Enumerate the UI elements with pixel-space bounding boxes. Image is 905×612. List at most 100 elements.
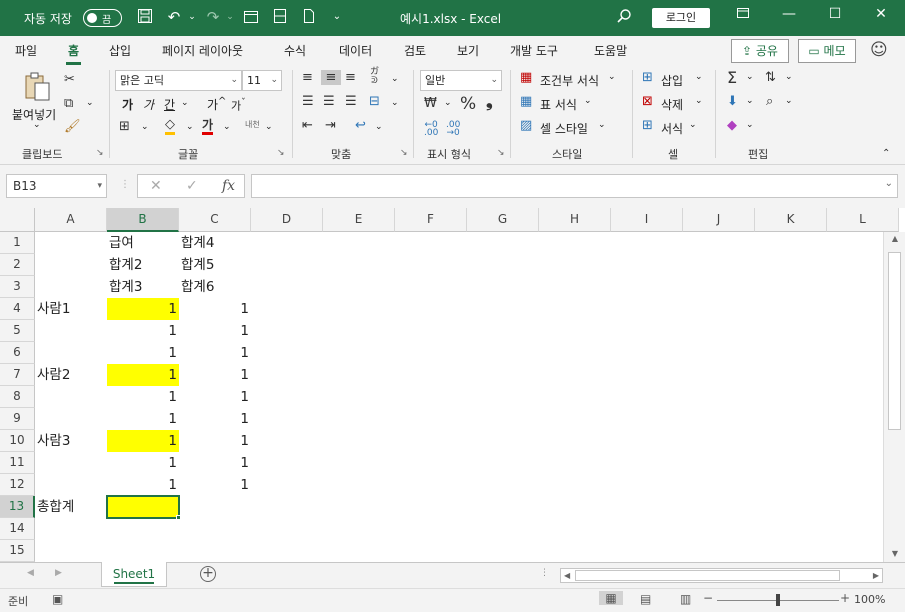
column-header-k[interactable]: K — [755, 208, 827, 232]
cell-styles-dropdown-icon[interactable]: ⌄ — [598, 120, 606, 130]
align-middle-icon[interactable]: ≡ — [321, 70, 341, 85]
cell-b2[interactable]: 합계2 — [107, 254, 179, 276]
italic-button[interactable]: 가 — [143, 96, 154, 113]
sheet-tab[interactable]: Sheet1 — [101, 562, 167, 587]
cell-a10[interactable]: 사람3 — [35, 430, 107, 452]
row-header-12[interactable]: 12 — [0, 474, 35, 496]
cell-a7[interactable]: 사람2 — [35, 364, 107, 386]
active-cell-border[interactable] — [106, 495, 180, 519]
alignment-launcher-icon[interactable]: ↘ — [400, 148, 408, 158]
autosave-toggle[interactable]: 끔 — [83, 9, 122, 27]
cell-b12[interactable]: 1 — [107, 474, 179, 496]
cell-b6[interactable]: 1 — [107, 342, 179, 364]
sort-filter-dropdown-icon[interactable]: ⌄ — [785, 72, 793, 82]
feedback-smiley-icon[interactable]: ☺ — [870, 40, 888, 60]
row-header-13[interactable]: 13 — [0, 496, 35, 518]
column-header-e[interactable]: E — [323, 208, 395, 232]
cell-c10[interactable]: 1 — [179, 430, 251, 452]
format-as-table-button[interactable]: 표 서식 — [540, 96, 577, 113]
page-break-view-icon[interactable]: ▥ — [680, 592, 691, 606]
cell-b4[interactable]: 1 — [107, 298, 179, 320]
text-orientation-icon[interactable]: ガᕲ — [370, 68, 379, 86]
fill-color-icon[interactable]: ◇ — [165, 118, 175, 135]
cell-a4[interactable]: 사람1 — [35, 298, 107, 320]
accounting-format-icon[interactable]: ₩ — [424, 96, 437, 111]
accessibility-icon[interactable]: ▣ — [52, 592, 63, 606]
comma-style-icon[interactable]: ❟ — [486, 92, 493, 112]
column-header-d[interactable]: D — [251, 208, 323, 232]
phonetic-dropdown-icon[interactable]: ⌄ — [265, 122, 273, 132]
fill-dropdown-icon[interactable]: ⌄ — [746, 96, 754, 106]
format-as-table-icon[interactable]: ▦ — [520, 94, 532, 109]
column-header-a[interactable]: A — [35, 208, 107, 232]
customize-toolbar-icon[interactable]: ⌄ — [327, 8, 347, 26]
merge-center-icon[interactable]: ⊟ — [369, 94, 380, 109]
bold-button[interactable]: 가 — [122, 96, 133, 113]
row-header-9[interactable]: 9 — [0, 408, 35, 430]
font-name-select[interactable]: 맑은 고딕 ⌄ — [115, 70, 242, 91]
cell-b11[interactable]: 1 — [107, 452, 179, 474]
cell-b10[interactable]: 1 — [107, 430, 179, 452]
tab-review[interactable]: 검토 — [404, 42, 426, 59]
cell-b5[interactable]: 1 — [107, 320, 179, 342]
fill-icon[interactable]: ⬇ — [727, 94, 738, 109]
delete-dropdown-icon[interactable]: ⌄ — [695, 96, 703, 106]
cell-c7[interactable]: 1 — [179, 364, 251, 386]
copy-icon[interactable]: ⧉ — [64, 96, 73, 111]
add-sheet-icon[interactable]: + — [200, 566, 216, 582]
conditional-format-dropdown-icon[interactable]: ⌄ — [608, 72, 616, 82]
vertical-scroll-thumb[interactable] — [888, 252, 901, 430]
cell-c5[interactable]: 1 — [179, 320, 251, 342]
paste-dropdown-icon[interactable]: ⌄ — [33, 120, 41, 130]
tab-page-layout[interactable]: 페이지 레이아웃 — [162, 42, 243, 59]
increase-indent-icon[interactable]: ⇥ — [325, 118, 336, 133]
search-icon[interactable] — [614, 8, 634, 28]
close-icon[interactable]: ✕ — [869, 6, 893, 28]
tab-formulas[interactable]: 수식 — [284, 42, 306, 59]
ribbon-display-icon[interactable] — [731, 6, 755, 28]
cell-c8[interactable]: 1 — [179, 386, 251, 408]
scroll-down-icon[interactable]: ▼ — [884, 549, 905, 558]
decrease-indent-icon[interactable]: ⇤ — [302, 118, 313, 133]
cell-styles-icon[interactable]: ▨ — [520, 118, 532, 133]
underline-button[interactable]: 간 — [164, 96, 175, 113]
column-header-l[interactable]: L — [827, 208, 899, 232]
accounting-dropdown-icon[interactable]: ⌄ — [444, 98, 452, 108]
tab-insert[interactable]: 삽입 — [109, 42, 131, 59]
format-painter-icon[interactable]: 🖌 — [64, 119, 81, 134]
row-header-14[interactable]: 14 — [0, 518, 35, 540]
cell-b7[interactable]: 1 — [107, 364, 179, 386]
vertical-scrollbar[interactable]: ▲ ▼ — [883, 232, 905, 562]
row-header-4[interactable]: 4 — [0, 298, 35, 320]
document-icon[interactable] — [299, 8, 319, 28]
cell-b3[interactable]: 합계3 — [107, 276, 179, 298]
tab-view[interactable]: 보기 — [457, 42, 479, 59]
wrap-dropdown-icon[interactable]: ⌄ — [375, 122, 383, 132]
next-sheet-icon[interactable]: ▶ — [55, 568, 62, 578]
cell-c6[interactable]: 1 — [179, 342, 251, 364]
layout-icon[interactable] — [270, 8, 290, 28]
horizontal-scrollbar[interactable]: ◀ ▶ — [560, 568, 883, 583]
row-header-10[interactable]: 10 — [0, 430, 35, 452]
zoom-out-icon[interactable]: − — [703, 591, 713, 605]
align-right-icon[interactable]: ☰ — [345, 94, 357, 109]
align-center-icon[interactable]: ☰ — [323, 94, 335, 109]
cell-c1[interactable]: 합계4 — [179, 232, 251, 254]
row-header-7[interactable]: 7 — [0, 364, 35, 386]
scroll-left-icon[interactable]: ◀ — [564, 569, 570, 582]
copy-dropdown-icon[interactable]: ⌄ — [86, 98, 94, 108]
font-size-select[interactable]: 11 ⌄ — [242, 70, 282, 91]
insert-cells-button[interactable]: 삽입 — [661, 72, 683, 89]
fill-color-dropdown-icon[interactable]: ⌄ — [186, 122, 194, 132]
cell-c2[interactable]: 합계5 — [179, 254, 251, 276]
autosum-icon[interactable]: Σ — [727, 68, 737, 87]
align-bottom-icon[interactable]: ≡ — [345, 70, 356, 85]
row-header-3[interactable]: 3 — [0, 276, 35, 298]
border-icon[interactable]: ⊞ — [119, 119, 130, 134]
column-header-f[interactable]: F — [395, 208, 467, 232]
row-header-8[interactable]: 8 — [0, 386, 35, 408]
row-header-6[interactable]: 6 — [0, 342, 35, 364]
paste-icon[interactable] — [22, 72, 52, 102]
zoom-slider-knob[interactable] — [776, 594, 780, 606]
collapse-ribbon-icon[interactable]: ⌃ — [882, 148, 890, 159]
